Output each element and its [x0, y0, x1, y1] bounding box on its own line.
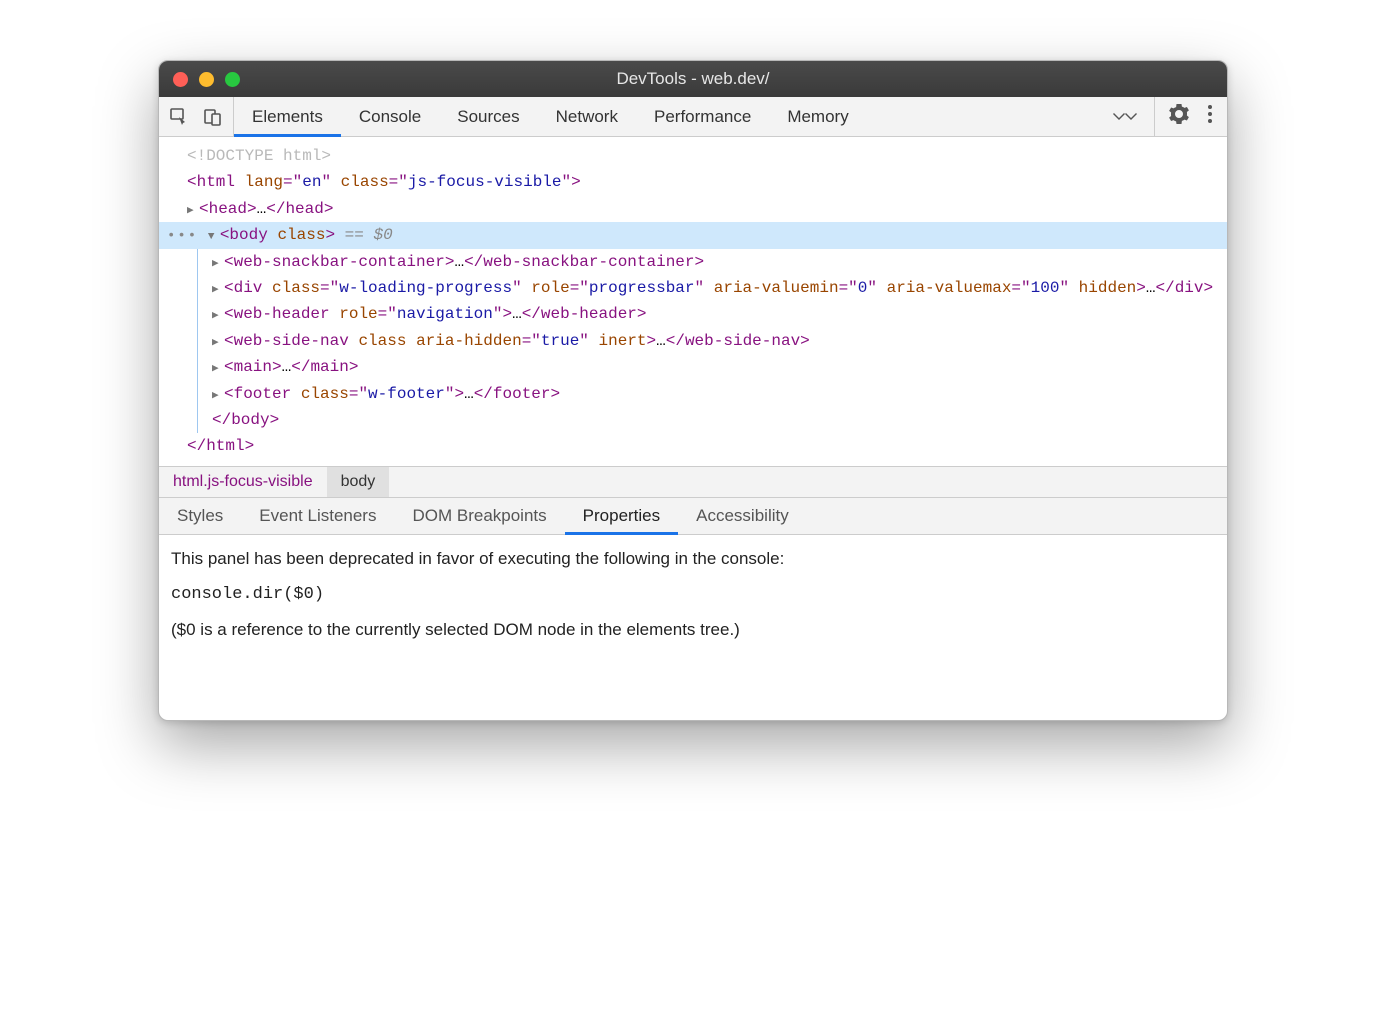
deprecation-note: ($0 is a reference to the currently sele… [171, 620, 1215, 640]
deprecation-message: This panel has been deprecated in favor … [171, 549, 1215, 569]
subtab-event-listeners[interactable]: Event Listeners [241, 498, 394, 534]
toolbar-right [1154, 97, 1227, 136]
window-title: DevTools - web.dev/ [159, 69, 1227, 89]
inspect-icon[interactable] [169, 107, 189, 127]
sidebar-tabs: StylesEvent ListenersDOM BreakpointsProp… [159, 498, 1227, 535]
deprecation-code: console.dir($0) [171, 585, 1215, 604]
more-tabs-button[interactable] [1096, 97, 1154, 136]
tab-sources[interactable]: Sources [439, 97, 537, 136]
tab-elements[interactable]: Elements [234, 97, 341, 136]
doctype-node[interactable]: <!DOCTYPE html> [159, 143, 1227, 169]
breadcrumb-item[interactable]: html.js-focus-visible [159, 467, 327, 497]
subtab-accessibility[interactable]: Accessibility [678, 498, 807, 534]
titlebar: DevTools - web.dev/ [159, 61, 1227, 97]
properties-panel: This panel has been deprecated in favor … [159, 535, 1227, 720]
breadcrumb-item[interactable]: body [327, 467, 390, 497]
dom-child-node[interactable]: <main>…</main> [198, 354, 1227, 380]
dom-child-node[interactable]: <web-header role="navigation">…</web-hea… [198, 301, 1227, 327]
head-node[interactable]: <head>…</head> [159, 196, 1227, 222]
tab-console[interactable]: Console [341, 97, 439, 136]
maximize-icon[interactable] [225, 72, 240, 87]
main-toolbar: ElementsConsoleSourcesNetworkPerformance… [159, 97, 1227, 137]
subtab-styles[interactable]: Styles [159, 498, 241, 534]
body-close-node[interactable]: </body> [198, 407, 1227, 433]
html-open-node[interactable]: <html lang="en" class="js-focus-visible"… [159, 169, 1227, 195]
subtab-dom-breakpoints[interactable]: DOM Breakpoints [394, 498, 564, 534]
tab-memory[interactable]: Memory [769, 97, 866, 136]
gear-icon[interactable] [1169, 104, 1189, 129]
dom-child-node[interactable]: <div class="w-loading-progress" role="pr… [198, 275, 1227, 301]
minimize-icon[interactable] [199, 72, 214, 87]
devtools-window: DevTools - web.dev/ ElementsConsoleSourc… [158, 60, 1228, 721]
tab-performance[interactable]: Performance [636, 97, 769, 136]
traffic-lights [159, 72, 240, 87]
device-toggle-icon[interactable] [203, 107, 223, 127]
dom-child-node[interactable]: <web-snackbar-container>…</web-snackbar-… [198, 249, 1227, 275]
kebab-menu-icon[interactable] [1207, 104, 1213, 129]
subtab-properties[interactable]: Properties [565, 498, 678, 534]
tab-network[interactable]: Network [538, 97, 636, 136]
panel-tabs: ElementsConsoleSourcesNetworkPerformance… [234, 97, 1096, 136]
close-icon[interactable] [173, 72, 188, 87]
dom-child-node[interactable]: <footer class="w-footer">…</footer> [198, 381, 1227, 407]
dom-child-node[interactable]: <web-side-nav class aria-hidden="true" i… [198, 328, 1227, 354]
breadcrumb: html.js-focus-visiblebody [159, 466, 1227, 498]
body-node[interactable]: ••• <body class> == $0 [159, 222, 1227, 248]
toolbar-left [159, 97, 234, 136]
elements-panel[interactable]: <!DOCTYPE html><html lang="en" class="js… [159, 137, 1227, 466]
html-close-node[interactable]: </html> [159, 433, 1227, 459]
